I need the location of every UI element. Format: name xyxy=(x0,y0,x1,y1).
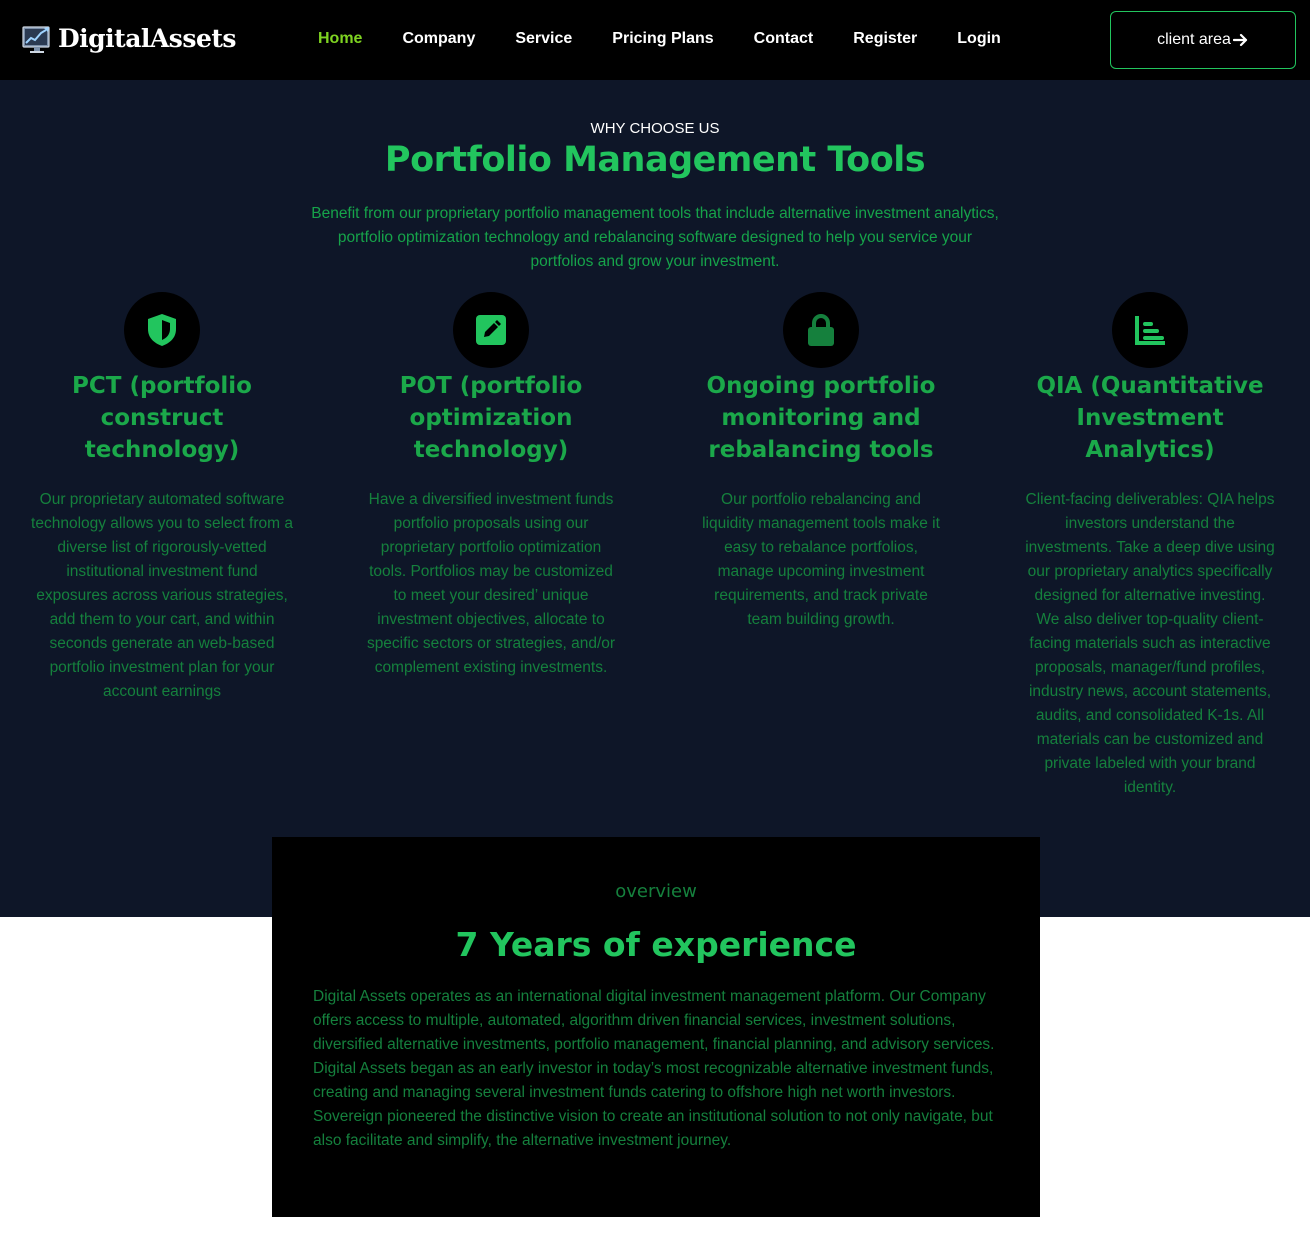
navbar: DigitalAssets Home Company Service Prici… xyxy=(0,0,1310,80)
feature-title: PCT (portfolio construct technology) xyxy=(72,373,252,463)
nav-home[interactable]: Home xyxy=(318,30,362,48)
feature-icon-wrap xyxy=(1112,292,1188,368)
client-area-button[interactable]: client area xyxy=(1110,11,1296,69)
feature-description: Client-facing deliverables: QIA helps in… xyxy=(1025,491,1275,796)
features-eyebrow: WHY CHOOSE US xyxy=(590,120,720,137)
shield-icon xyxy=(148,314,176,346)
feature-title: QIA (Quantitative Investment Analytics) xyxy=(1036,373,1264,463)
feature-card-rebalancing: Ongoing portfolio monitoring and rebalan… xyxy=(700,292,942,632)
nav-company[interactable]: Company xyxy=(402,30,475,48)
feature-description: Our proprietary automated software techn… xyxy=(31,491,293,700)
features-title: Portfolio Management Tools xyxy=(384,140,926,180)
edit-square-icon xyxy=(476,315,506,345)
chart-monitor-icon xyxy=(22,26,50,53)
main-nav: Home Company Service Pricing Plans Conta… xyxy=(318,30,1041,48)
features-description: Benefit from our proprietary portfolio m… xyxy=(311,205,999,270)
feature-icon-wrap xyxy=(783,292,859,368)
feature-card-pot: POT (portfolio optimization technology) … xyxy=(362,292,620,680)
overview-paragraph: Digital Assets began as an early investo… xyxy=(313,1060,994,1149)
features-section: WHY CHOOSE US Portfolio Management Tools… xyxy=(0,80,1310,917)
overview-eyebrow: overview xyxy=(615,881,697,902)
arrow-right-icon xyxy=(1232,33,1248,47)
bar-chart-icon xyxy=(1135,316,1165,345)
nav-contact[interactable]: Contact xyxy=(754,30,814,48)
overview-text: Digital Assets operates as an internatio… xyxy=(313,985,1013,1153)
nav-register[interactable]: Register xyxy=(853,30,917,48)
nav-pricing-plans[interactable]: Pricing Plans xyxy=(612,30,713,48)
feature-icon-wrap xyxy=(124,292,200,368)
feature-description: Our portfolio rebalancing and liquidity … xyxy=(702,491,940,628)
feature-card-pct: PCT (portfolio construct technology) Our… xyxy=(30,292,294,704)
overview-section: overview 7 Years of experience Digital A… xyxy=(272,837,1040,1217)
nav-service[interactable]: Service xyxy=(515,30,572,48)
overview-title: 7 Years of experience xyxy=(455,925,857,964)
feature-title: Ongoing portfolio monitoring and rebalan… xyxy=(706,373,936,463)
brand-name: DigitalAssets xyxy=(58,23,236,53)
feature-title: POT (portfolio optimization technology) xyxy=(399,373,583,463)
nav-login[interactable]: Login xyxy=(957,30,1001,48)
feature-icon-wrap xyxy=(453,292,529,368)
client-area-label: client area xyxy=(1157,31,1231,48)
brand-logo[interactable]: DigitalAssets xyxy=(22,22,236,54)
lock-icon xyxy=(808,314,834,346)
feature-card-qia: QIA (Quantitative Investment Analytics) … xyxy=(1024,292,1276,800)
overview-paragraph: Digital Assets operates as an internatio… xyxy=(313,988,995,1053)
feature-description: Have a diversified investment funds port… xyxy=(366,491,616,676)
